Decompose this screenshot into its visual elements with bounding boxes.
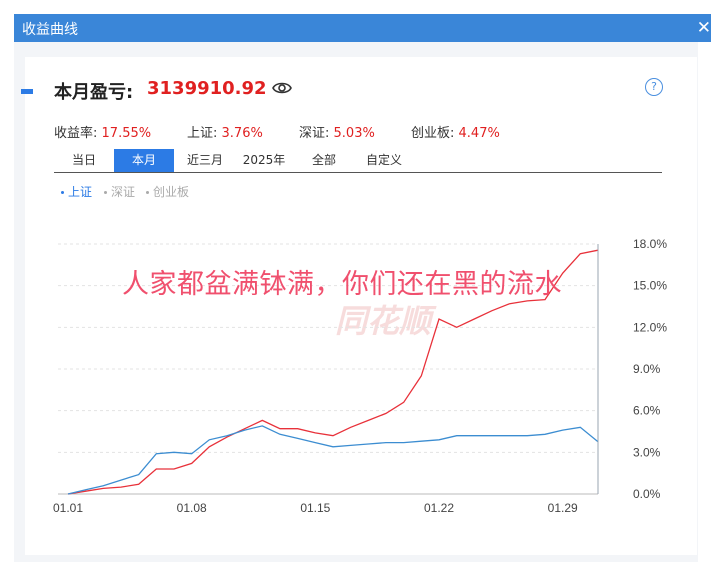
x-tick-label: 01.15: [300, 501, 330, 515]
y-tick-label: 3.0%: [633, 445, 661, 459]
x-tick-label: 01.01: [53, 501, 83, 515]
y-tick-label: 0.0%: [633, 487, 661, 501]
overlay-text: 人家都盆满钵满，你们还在黑的流水: [122, 269, 562, 300]
y-tick-label: 12.0%: [633, 320, 667, 334]
y-tick-label: 18.0%: [633, 237, 667, 251]
y-tick-label: 6.0%: [633, 404, 661, 418]
x-tick-label: 01.08: [177, 501, 207, 515]
x-tick-label: 01.22: [424, 501, 454, 515]
y-tick-label: 15.0%: [633, 279, 667, 293]
x-tick-label: 01.29: [548, 501, 578, 515]
y-tick-label: 9.0%: [633, 362, 661, 376]
